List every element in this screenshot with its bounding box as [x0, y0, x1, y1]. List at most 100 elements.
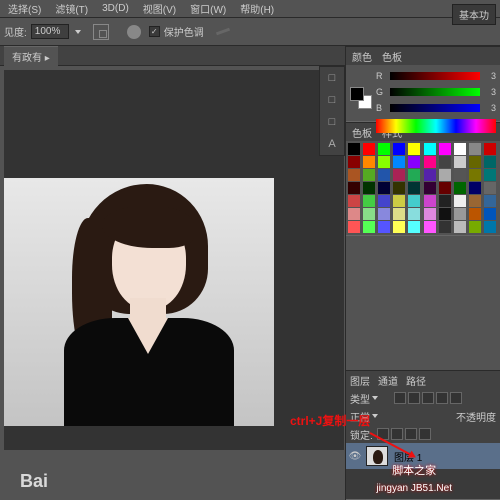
swatch[interactable]	[469, 182, 481, 194]
lock-all-icon[interactable]	[419, 428, 431, 440]
protect-checkbox[interactable]: ✓	[149, 26, 160, 37]
swatch[interactable]	[378, 169, 390, 181]
panel-icon[interactable]: □	[320, 111, 344, 133]
swatch[interactable]	[469, 143, 481, 155]
swatch[interactable]	[348, 208, 360, 220]
menu-select[interactable]: 选择(S)	[8, 1, 41, 16]
foreground-color[interactable]	[350, 87, 364, 101]
swatch[interactable]	[424, 208, 436, 220]
swatch[interactable]	[439, 143, 451, 155]
swatch[interactable]	[469, 221, 481, 233]
swatch[interactable]	[439, 182, 451, 194]
swatch[interactable]	[378, 221, 390, 233]
menu-help[interactable]: 帮助(H)	[240, 1, 274, 16]
panel-icon[interactable]: □	[320, 89, 344, 111]
swatch[interactable]	[469, 169, 481, 181]
swatch[interactable]	[439, 156, 451, 168]
swatch[interactable]	[378, 182, 390, 194]
swatch[interactable]	[454, 221, 466, 233]
lock-position-icon[interactable]	[405, 428, 417, 440]
panel-icon[interactable]: □	[320, 67, 344, 89]
tool-icon[interactable]	[216, 28, 230, 36]
channels-tab[interactable]: 通道	[378, 373, 398, 388]
swatch[interactable]	[469, 156, 481, 168]
swatch[interactable]	[454, 143, 466, 155]
layers-tab[interactable]: 图层	[350, 373, 370, 388]
filter-type-icon[interactable]	[422, 392, 434, 404]
kind-dropdown[interactable]	[370, 391, 380, 405]
swatch[interactable]	[378, 156, 390, 168]
menu-3d[interactable]: 3D(D)	[102, 3, 129, 14]
swatch[interactable]	[454, 182, 466, 194]
r-slider[interactable]	[390, 72, 480, 80]
zoom-input[interactable]	[31, 24, 69, 39]
swatch[interactable]	[424, 156, 436, 168]
swatch[interactable]	[454, 195, 466, 207]
swatch[interactable]	[348, 221, 360, 233]
swatch[interactable]	[393, 221, 405, 233]
swatch[interactable]	[484, 221, 496, 233]
filter-adjust-icon[interactable]	[408, 392, 420, 404]
panel-icon[interactable]: A	[320, 133, 344, 155]
swatch[interactable]	[363, 195, 375, 207]
g-slider[interactable]	[390, 88, 480, 96]
swatch[interactable]	[378, 208, 390, 220]
filter-pixel-icon[interactable]	[394, 392, 406, 404]
filter-shape-icon[interactable]	[436, 392, 448, 404]
swatch[interactable]	[484, 143, 496, 155]
lock-pixels-icon[interactable]	[391, 428, 403, 440]
brush-icon[interactable]	[127, 25, 141, 39]
swatches-tab[interactable]: 色板	[352, 125, 372, 140]
paths-tab[interactable]: 路径	[406, 373, 426, 388]
swatch[interactable]	[393, 208, 405, 220]
menu-filter[interactable]: 滤镜(T)	[55, 1, 88, 16]
swatch[interactable]	[484, 195, 496, 207]
filter-smart-icon[interactable]	[450, 392, 462, 404]
swatch[interactable]	[393, 169, 405, 181]
swatch[interactable]	[469, 208, 481, 220]
fit-screen-icon[interactable]	[93, 24, 109, 40]
swatch[interactable]	[408, 208, 420, 220]
workspace-button[interactable]: 基本功	[452, 4, 496, 25]
swatch[interactable]	[439, 208, 451, 220]
swatch[interactable]	[363, 208, 375, 220]
swatch[interactable]	[408, 182, 420, 194]
swatch[interactable]	[348, 182, 360, 194]
swatch[interactable]	[408, 221, 420, 233]
swatch[interactable]	[484, 169, 496, 181]
swatch[interactable]	[439, 195, 451, 207]
swatch[interactable]	[348, 195, 360, 207]
canvas-area[interactable]	[4, 70, 344, 450]
swatch[interactable]	[393, 156, 405, 168]
swatch[interactable]	[424, 221, 436, 233]
swatch[interactable]	[484, 156, 496, 168]
color-tab[interactable]: 颜色	[352, 49, 372, 64]
swatch[interactable]	[363, 143, 375, 155]
fg-bg-swatch[interactable]	[350, 87, 372, 109]
swatch[interactable]	[454, 169, 466, 181]
swatch[interactable]	[484, 208, 496, 220]
swatch[interactable]	[363, 182, 375, 194]
color-spectrum[interactable]	[376, 119, 496, 133]
swatch[interactable]	[393, 182, 405, 194]
swatch[interactable]	[363, 169, 375, 181]
swatch[interactable]	[393, 143, 405, 155]
swatch[interactable]	[424, 169, 436, 181]
visibility-icon[interactable]: 👁	[348, 449, 362, 463]
swatch[interactable]	[408, 195, 420, 207]
document-tab[interactable]: 有政有 ▸	[4, 46, 58, 66]
swatch-tab[interactable]: 色板	[382, 49, 402, 64]
swatch[interactable]	[378, 195, 390, 207]
swatch[interactable]	[348, 156, 360, 168]
swatch[interactable]	[408, 169, 420, 181]
swatch[interactable]	[408, 143, 420, 155]
menu-view[interactable]: 视图(V)	[143, 1, 176, 16]
swatch[interactable]	[363, 156, 375, 168]
swatch[interactable]	[454, 156, 466, 168]
swatch[interactable]	[424, 143, 436, 155]
swatch[interactable]	[424, 182, 436, 194]
zoom-dropdown[interactable]	[73, 25, 83, 39]
swatch[interactable]	[454, 208, 466, 220]
menu-window[interactable]: 窗口(W)	[190, 1, 226, 16]
swatch[interactable]	[484, 182, 496, 194]
